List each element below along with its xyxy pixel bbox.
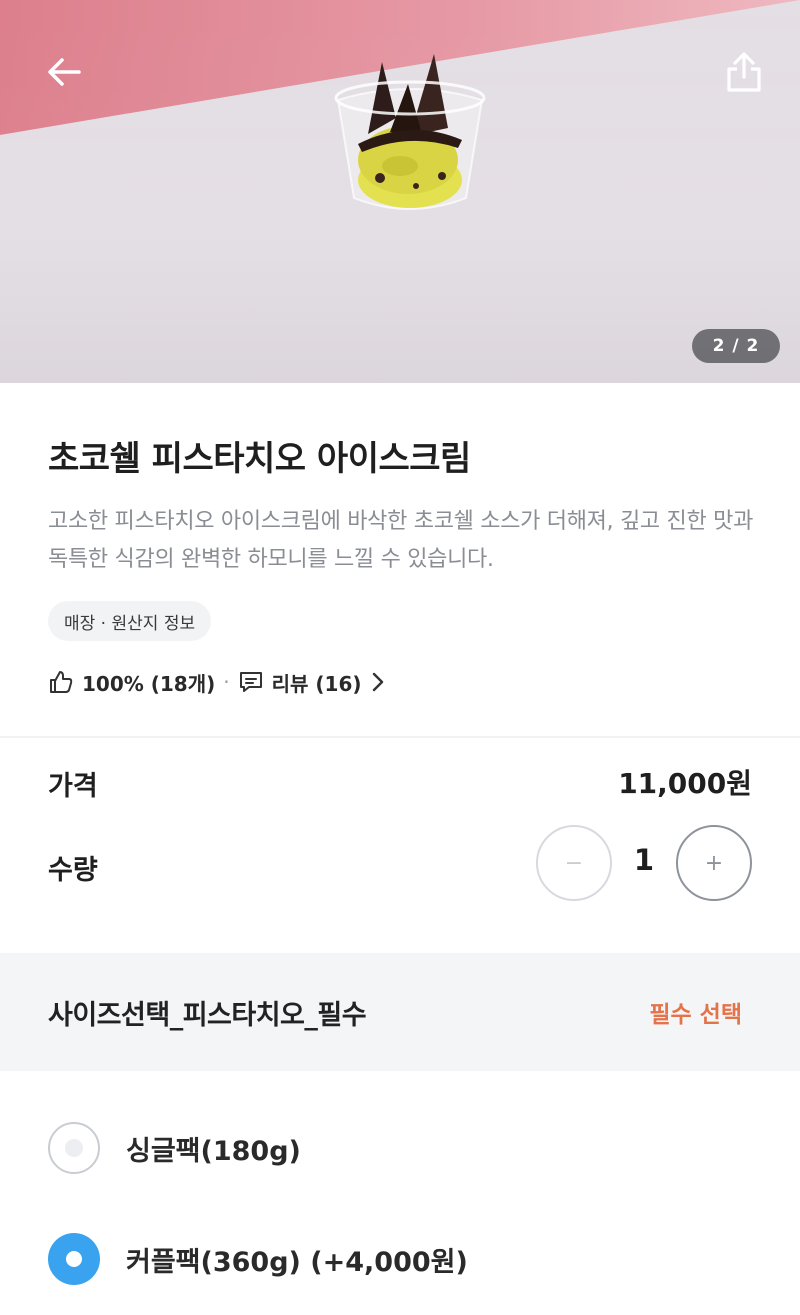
product-description: 고소한 피스타치오 아이스크림에 바삭한 초코쉘 소스가 더해져, 깊고 진한 …: [48, 509, 754, 572]
product-image-carousel[interactable]: 2 / 2: [0, 0, 800, 383]
arrow-left-icon: [48, 58, 81, 86]
thumbs-up-icon: [50, 671, 73, 693]
chat-bubble-icon: [239, 672, 262, 692]
chevron-right-icon: [372, 672, 383, 692]
image-page-counter: 2 / 2: [692, 329, 780, 363]
option-label: 싱글팩(180g): [126, 1135, 301, 1167]
quantity-increase-button[interactable]: +: [676, 825, 752, 901]
quantity-value: 1: [633, 843, 655, 877]
radio-unselected-icon[interactable]: [48, 1122, 100, 1174]
radio-selected-icon[interactable]: [48, 1233, 100, 1285]
option-group-title: 사이즈선택_피스타치오_필수: [48, 1000, 367, 1031]
separator-dot: ·: [223, 670, 230, 694]
price-value: 11,000원: [618, 767, 752, 800]
product-photo: [334, 54, 486, 210]
option-label: 커플팩(360g) (+4,000원): [126, 1246, 468, 1278]
back-button[interactable]: [40, 48, 88, 96]
option-group-header: 사이즈선택_피스타치오_필수 필수 선택: [0, 953, 800, 1071]
share-icon: [727, 52, 761, 92]
section-divider: [0, 736, 800, 738]
option-single-pack[interactable]: 싱글팩(180g): [48, 1122, 301, 1174]
share-button[interactable]: [720, 48, 768, 96]
plus-icon: +: [704, 850, 724, 876]
required-badge: 필수 선택: [649, 1002, 742, 1028]
quantity-decrease-button[interactable]: −: [536, 825, 612, 901]
product-title: 초코쉘 피스타치오 아이스크림: [48, 439, 471, 479]
review-link[interactable]: 리뷰 (16): [238, 668, 388, 697]
rating-row: 100% (18개) · 리뷰 (16): [48, 666, 388, 698]
option-couple-pack[interactable]: 커플팩(360g) (+4,000원): [48, 1233, 468, 1285]
price-label: 가격: [48, 771, 98, 802]
rating-percent: 100% (18개): [82, 671, 216, 696]
minus-icon: −: [564, 850, 584, 876]
quantity-label: 수량: [48, 855, 98, 886]
review-count: 리뷰 (16): [271, 671, 362, 696]
origin-info-chip[interactable]: 매장 · 원산지 정보: [48, 601, 212, 641]
